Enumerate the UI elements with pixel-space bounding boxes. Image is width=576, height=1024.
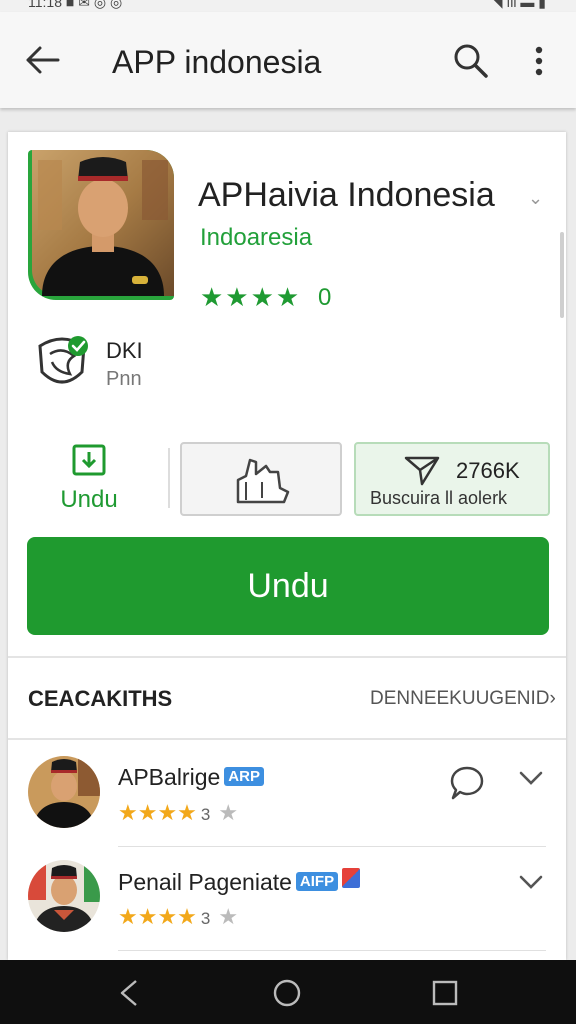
person-photo-icon (38, 157, 168, 296)
divider (168, 448, 170, 508)
see-more-label: DENNEEKUUGENID (370, 688, 550, 709)
avatar (28, 860, 100, 932)
app-thumbnail (28, 150, 174, 300)
flag-icon (342, 868, 361, 888)
nav-back-icon[interactable] (114, 978, 144, 1008)
system-nav-bar (0, 960, 576, 1024)
app-detail-card: APHaivia Indonesia ⌄ Indoaresia ★★★★ 0 D… (8, 132, 566, 960)
reviews-see-more-link[interactable]: DENNEEKUUGENID› (370, 688, 556, 710)
search-icon[interactable] (452, 42, 490, 80)
downloads-subtitle: Buscuira ll aolerk (370, 488, 508, 508)
nav-home-icon[interactable] (272, 978, 302, 1008)
chevron-right-icon: › (549, 688, 556, 709)
share-action[interactable] (180, 442, 342, 516)
section-divider (8, 656, 566, 658)
app-name: APHaivia Indonesia (198, 176, 495, 214)
reviews-section-title: CEACAKITHS (28, 686, 173, 711)
reviewer-name-text: APBalrige (118, 764, 221, 790)
app-rating-stars: ★★★★ (200, 282, 302, 312)
downloads-count-box[interactable]: 2766K Buscuira ll aolerk (354, 442, 550, 516)
share-hand-icon (236, 458, 290, 504)
scrollbar[interactable] (560, 232, 564, 318)
chevron-down-icon[interactable] (518, 872, 544, 892)
page-title: APP indonesia (112, 44, 322, 80)
status-bar: 11:18 ■ ✉ ◎ ◎ ◥ ıll ▬ ▮ (0, 0, 576, 12)
status-right: ◥ ıll ▬ ▮ (491, 0, 546, 10)
downloads-count: 2766K (456, 458, 520, 483)
reviewer-name: Penail Pageniate AIFP (118, 868, 361, 896)
review-rating-count: 3 (200, 805, 211, 824)
developer-subtitle: Pnn (106, 368, 142, 390)
reviewer-name-text: Penail Pageniate (118, 869, 292, 895)
review-stars: ★★★★ (118, 800, 197, 825)
person-avatar-icon (28, 756, 100, 828)
section-divider (8, 738, 566, 740)
app-developer-link[interactable]: Indoaresia (200, 224, 312, 252)
arrow-left-icon[interactable] (24, 44, 60, 76)
verified-shield-icon (38, 336, 88, 384)
person-avatar-icon (28, 860, 100, 932)
avatar (28, 756, 100, 828)
review-stars: ★★★★ (118, 904, 197, 929)
chevron-down-icon[interactable]: ⌄ (528, 188, 543, 209)
developer-name: DKI (106, 338, 143, 363)
list-item[interactable]: APBalrige ARP ★★★★ 3 ★ (8, 742, 566, 846)
review-rating: ★★★★ 3 ★ (118, 800, 238, 826)
download-icon (72, 444, 106, 476)
status-left: 11:18 ■ ✉ ◎ ◎ (28, 0, 123, 10)
nav-recents-icon[interactable] (430, 978, 460, 1008)
reviewer-badge: ARP (224, 767, 264, 786)
app-bar: APP indonesia (0, 12, 576, 108)
download-action[interactable]: Undu (44, 442, 134, 522)
review-empty-star: ★ (218, 904, 239, 929)
reviewer-name: APBalrige ARP (118, 764, 264, 791)
more-vert-icon[interactable] (528, 42, 550, 80)
app-rating-count: 0 (318, 284, 332, 311)
list-divider (118, 950, 546, 951)
download-label: Undu (60, 486, 118, 513)
review-rating-count: 3 (200, 909, 211, 928)
reviewer-badge: AIFP (295, 872, 339, 891)
review-empty-star: ★ (218, 800, 239, 825)
send-icon (404, 456, 440, 486)
chevron-down-icon[interactable] (518, 768, 544, 788)
review-rating: ★★★★ 3 ★ (118, 904, 238, 930)
install-button[interactable]: Undu (27, 537, 549, 635)
chat-bubble-icon[interactable] (448, 764, 486, 802)
list-item[interactable]: Penail Pageniate AIFP ★★★★ 3 ★ (8, 846, 566, 950)
